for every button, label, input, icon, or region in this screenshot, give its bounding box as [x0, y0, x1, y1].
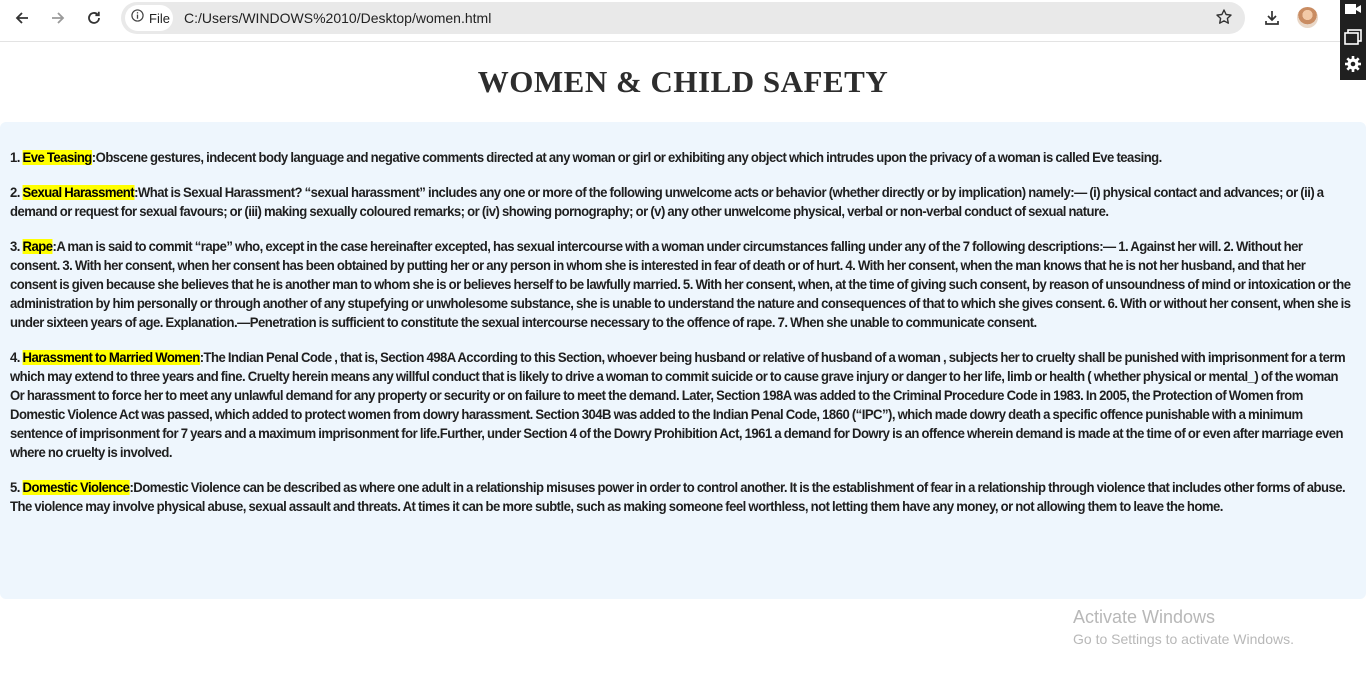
list-item: 3. Rape:A man is said to commit “rape” w…	[10, 237, 1354, 332]
item-text: Domestic Violence can be described as wh…	[10, 480, 1346, 514]
camera-icon[interactable]	[1344, 0, 1362, 18]
content-panel: 1. Eve Teasing:Obscene gestures, indecen…	[0, 122, 1366, 599]
list-item: 2. Sexual Harassment:What is Sexual Hara…	[10, 183, 1354, 221]
item-number: 5.	[10, 480, 20, 495]
page-title: WOMEN & CHILD SAFETY	[477, 64, 889, 99]
highlighted-term: Harassment to Married Women	[22, 350, 200, 365]
activation-watermark-subtitle: Go to Settings to activate Windows.	[1073, 631, 1294, 647]
highlighted-term: Eve Teasing	[22, 150, 92, 165]
avatar[interactable]	[1297, 7, 1318, 28]
list-item: 5. Domestic Violence:Domestic Violence c…	[10, 478, 1354, 516]
highlighted-term: Domestic Violence	[22, 480, 130, 495]
item-text: A man is said to commit “rape” who, exce…	[10, 239, 1351, 330]
back-icon[interactable]	[8, 6, 36, 30]
site-chip-label: File	[149, 10, 170, 26]
activation-watermark-title: Activate Windows	[1073, 607, 1216, 627]
url-text[interactable]: C:/Users/WINDOWS%2010/Desktop/women.html	[184, 10, 491, 26]
info-icon	[131, 9, 144, 27]
address-bar[interactable]: File C:/Users/WINDOWS%2010/Desktop/women…	[121, 2, 1245, 34]
highlighted-term: Rape	[22, 239, 53, 254]
download-icon[interactable]	[1258, 6, 1286, 30]
forward-icon[interactable]	[44, 6, 72, 30]
window-icon[interactable]	[1344, 28, 1362, 46]
star-icon[interactable]	[1215, 8, 1233, 31]
item-number: 4.	[10, 350, 20, 365]
item-text: What is Sexual Harassment? “sexual haras…	[10, 185, 1324, 219]
item-number: 2.	[10, 185, 20, 200]
item-number: 3.	[10, 239, 20, 254]
site-info-chip[interactable]: File	[125, 5, 173, 31]
browser-toolbar: File C:/Users/WINDOWS%2010/Desktop/women…	[0, 0, 1366, 80]
reload-icon[interactable]	[80, 6, 108, 30]
list-item: 4. Harassment to Married Women:The India…	[10, 348, 1354, 462]
item-number: 1.	[10, 150, 20, 165]
item-text: Obscene gestures, indecent body language…	[95, 150, 1163, 165]
list-item: 1. Eve Teasing:Obscene gestures, indecen…	[10, 148, 1354, 167]
highlighted-term: Sexual Harassment	[22, 185, 135, 200]
item-text: The Indian Penal Code , that is, Section…	[10, 350, 1346, 460]
